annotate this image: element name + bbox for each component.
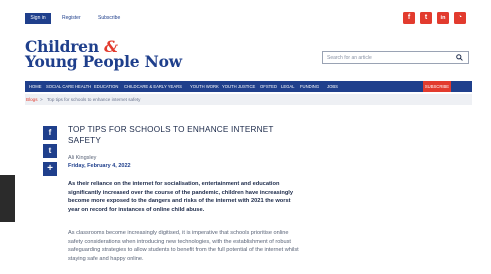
article-paragraph: As classrooms become increasingly digiti… <box>68 230 299 263</box>
article-lead: As their reliance on the internet for so… <box>68 181 294 214</box>
nav-item-youth-work[interactable]: YOUTH WORK <box>190 81 219 92</box>
share-more-icon[interactable]: + <box>43 162 57 176</box>
nav-item-funding[interactable]: FUNDING <box>300 81 319 92</box>
subscribe-link[interactable]: Subscribe <box>98 13 120 24</box>
facebook-icon[interactable]: f <box>403 12 415 24</box>
search-icon[interactable] <box>456 54 463 61</box>
top-bar: Sign in Register Subscribe f t in ◔ <box>0 0 491 36</box>
nav-item-education[interactable]: EDUCATION <box>94 81 118 92</box>
nav-subscribe-button[interactable]: SUBSCRIBE <box>423 81 451 92</box>
nav-item-health[interactable]: HEALTH <box>75 81 91 92</box>
article-title-line1: TOP TIPS FOR SCHOOLS TO ENHANCE INTERNET <box>68 125 274 134</box>
nav-item-childcare[interactable]: CHILDCARE & EARLY YEARS <box>124 81 182 92</box>
nav-item-jobs[interactable]: JOBS <box>327 81 338 92</box>
site-logo[interactable]: Children & Young People Now <box>25 39 182 71</box>
share-twitter-icon[interactable]: t <box>43 144 57 158</box>
share-facebook-icon[interactable]: f <box>43 126 57 140</box>
twitter-icon[interactable]: t <box>420 12 432 24</box>
side-overlay-block <box>0 175 15 222</box>
breadcrumb-blogs-link[interactable]: Blogs <box>26 94 38 105</box>
article-title: TOP TIPS FOR SCHOOLS TO ENHANCE INTERNET… <box>68 124 298 146</box>
sign-in-button[interactable]: Sign in <box>25 13 51 24</box>
linkedin-icon[interactable]: in <box>437 12 449 24</box>
breadcrumb-current: Top tips for schools to enhance internet… <box>47 97 141 102</box>
rss-icon[interactable]: ◔ <box>454 12 466 24</box>
nav-item-social-care[interactable]: SOCIAL CARE <box>46 81 74 92</box>
breadcrumb: Blogs > Top tips for schools to enhance … <box>25 94 472 105</box>
search-input[interactable] <box>327 52 449 63</box>
nav-item-ofsted[interactable]: OFSTED <box>260 81 277 92</box>
nav-item-home[interactable]: HOME <box>29 81 42 92</box>
main-nav: HOME SOCIAL CARE HEALTH EDUCATION CHILDC… <box>25 81 472 92</box>
breadcrumb-separator: > <box>40 97 43 102</box>
nav-item-legal[interactable]: LEGAL <box>281 81 295 92</box>
register-link[interactable]: Register <box>62 13 81 24</box>
search-box <box>322 51 469 64</box>
article-author[interactable]: Ali Kingsley <box>68 155 96 162</box>
article-title-line2: SAFETY <box>68 136 102 145</box>
nav-item-youth-justice[interactable]: YOUTH JUSTICE <box>222 81 255 92</box>
logo-line2: Young People Now <box>25 51 182 71</box>
article-date: Friday, February 4, 2022 <box>68 163 131 169</box>
